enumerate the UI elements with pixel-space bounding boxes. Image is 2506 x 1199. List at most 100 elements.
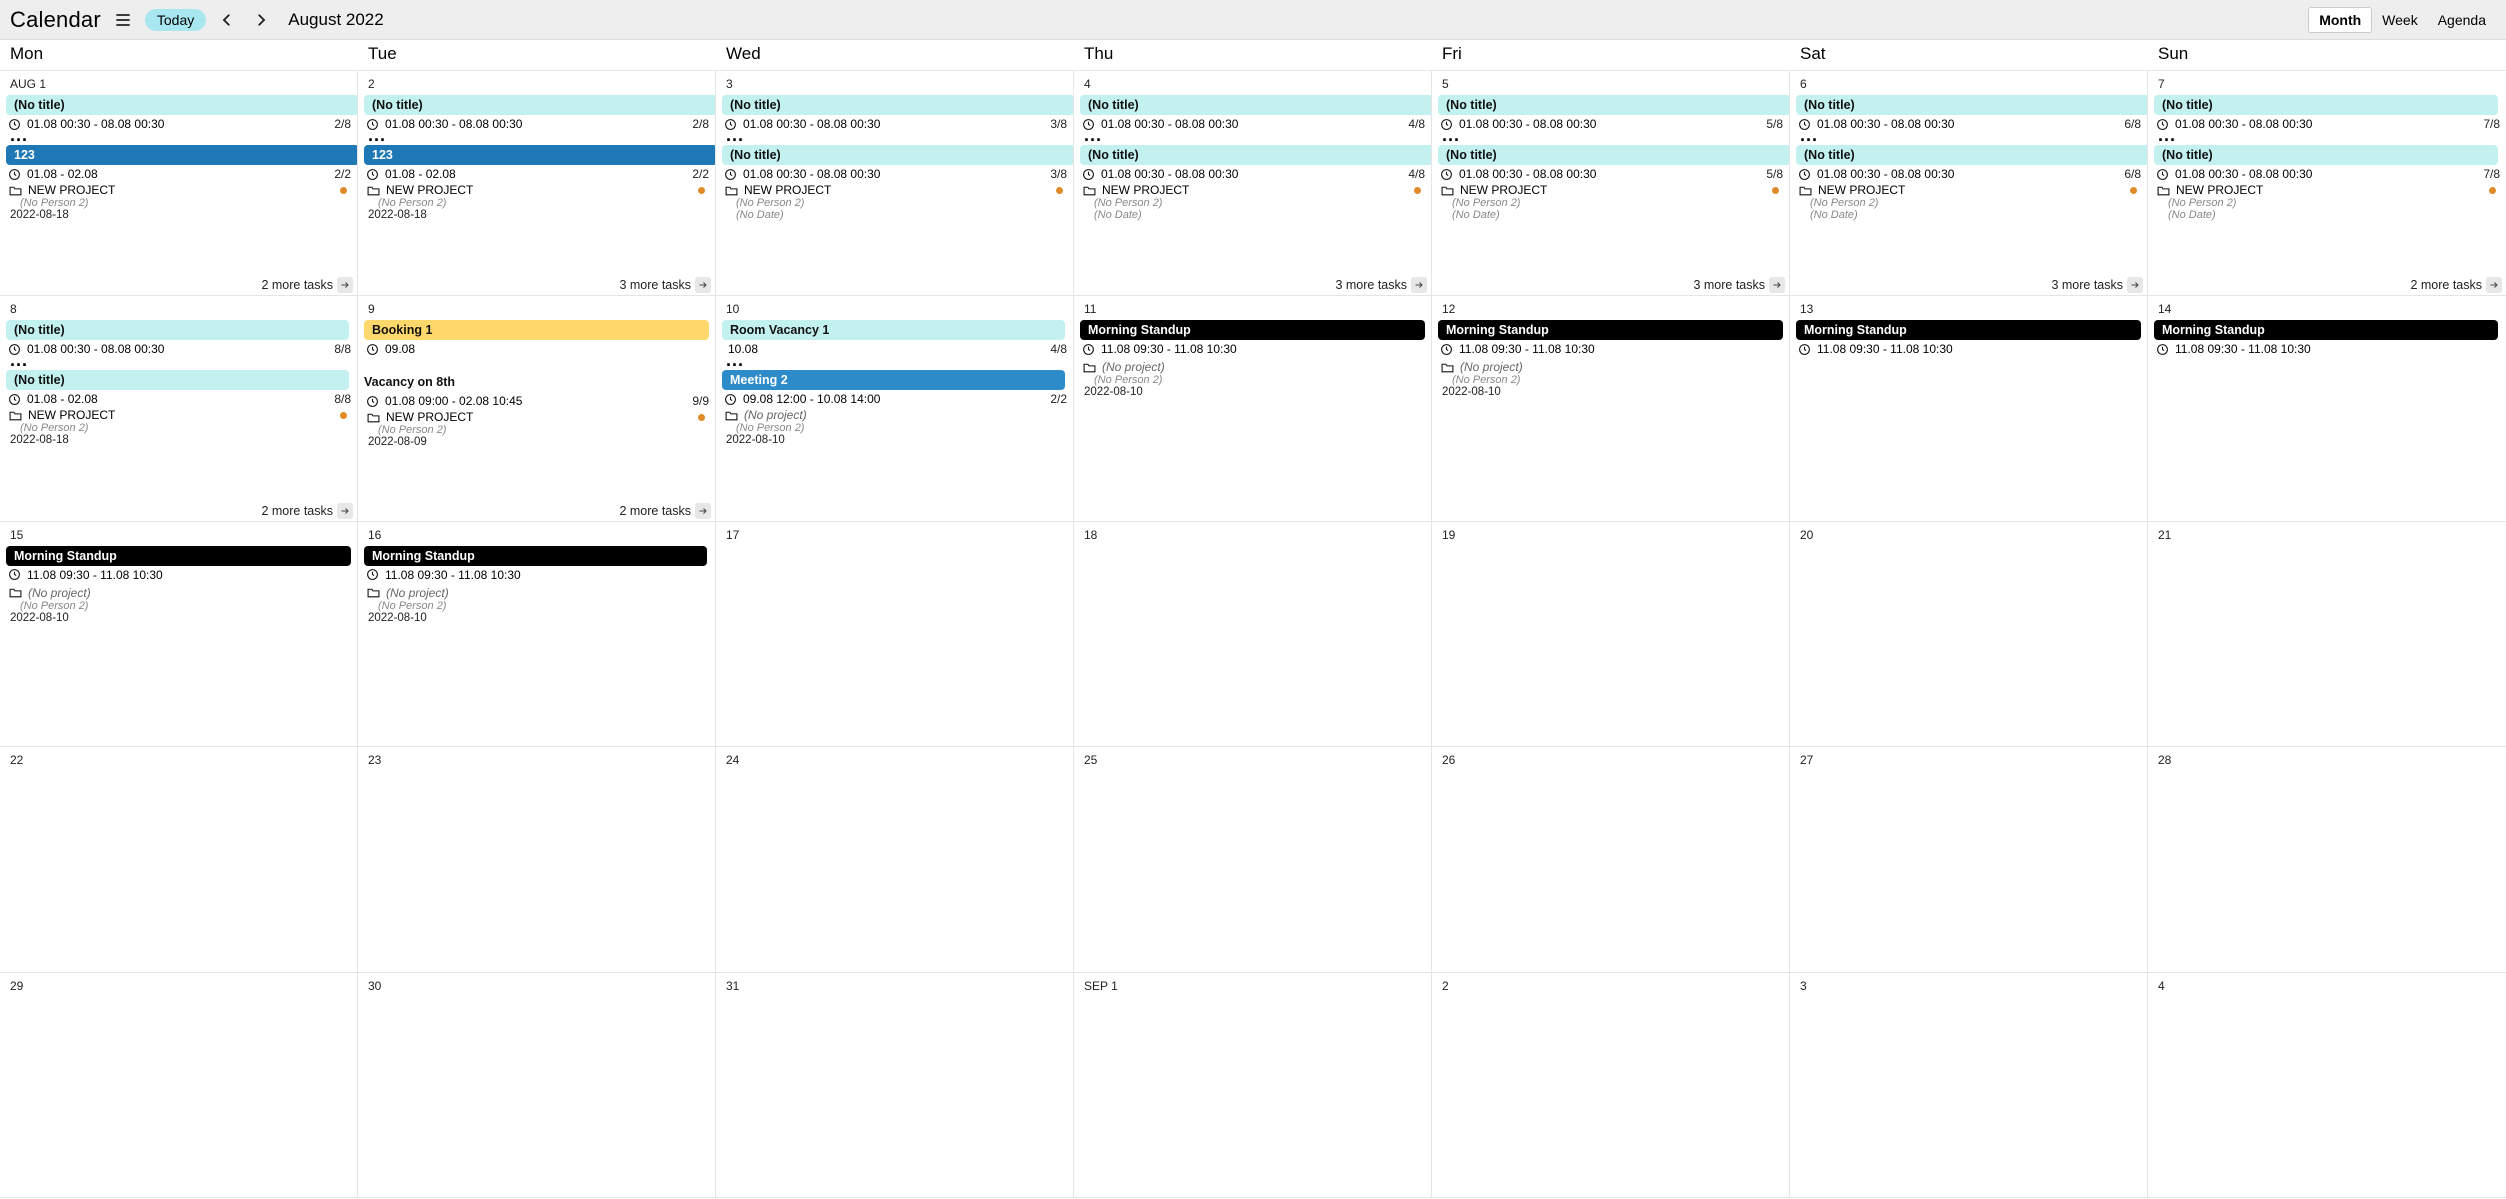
event-standup[interactable]: Morning Standup <box>2154 320 2498 340</box>
event-standup[interactable]: Morning Standup <box>1438 320 1783 340</box>
day-cell[interactable]: 24 <box>716 747 1074 972</box>
day-cell[interactable]: 22 <box>0 747 358 972</box>
event-no-title[interactable]: (No title) <box>1438 145 1790 165</box>
date-label: 18 <box>1080 526 1427 544</box>
date-label: SEP 1 <box>1080 977 1427 995</box>
day-cell[interactable]: 4 (No title) 01.08 00:30 - 08.08 00:30 4… <box>1074 71 1432 296</box>
ellipsis-icon[interactable]: ... <box>1796 131 2143 143</box>
more-tasks-button[interactable]: 2 more tasks <box>2410 277 2502 293</box>
day-cell[interactable]: 11 Morning Standup 11.08 09:30 - 11.08 1… <box>1074 296 1432 521</box>
view-month[interactable]: Month <box>2308 7 2372 33</box>
event-123[interactable]: 123 <box>364 145 716 165</box>
day-cell[interactable]: 12 Morning Standup 11.08 09:30 - 11.08 1… <box>1432 296 1790 521</box>
folder-icon <box>725 185 738 196</box>
arrow-right-icon <box>1413 279 1425 291</box>
weekday-thu: Thu <box>1074 40 1432 70</box>
day-cell[interactable]: SEP 1 <box>1074 973 1432 1198</box>
more-tasks-button[interactable]: 3 more tasks <box>619 277 711 293</box>
day-cell[interactable]: 26 <box>1432 747 1790 972</box>
count: 2/8 <box>334 117 351 131</box>
day-cell[interactable]: 16 Morning Standup 11.08 09:30 - 11.08 1… <box>358 522 716 747</box>
count: 9/9 <box>692 394 709 408</box>
day-cell[interactable]: 25 <box>1074 747 1432 972</box>
day-cell[interactable]: 17 <box>716 522 1074 747</box>
day-cell[interactable]: 28 <box>2148 747 2506 972</box>
event-no-title[interactable]: (No title) <box>1080 145 1432 165</box>
ellipsis-icon[interactable]: ... <box>6 131 353 143</box>
no-date: (No Date) <box>1796 209 2143 221</box>
day-cell[interactable]: 6 (No title) 01.08 00:30 - 08.08 00:30 6… <box>1790 71 2148 296</box>
day-cell[interactable]: 3 <box>1790 973 2148 1198</box>
ellipsis-icon[interactable]: ... <box>2154 131 2502 143</box>
day-cell[interactable]: 21 <box>2148 522 2506 747</box>
day-cell[interactable]: 19 <box>1432 522 1790 747</box>
day-cell[interactable]: 27 <box>1790 747 2148 972</box>
event-time: 01.08 09:00 - 02.08 10:45 <box>385 394 522 408</box>
day-cell[interactable]: 9 Booking 1 09.08 Vacancy on 8th 01.08 0… <box>358 296 716 521</box>
event-meeting2[interactable]: Meeting 2 <box>722 370 1065 390</box>
date-label: 29 <box>6 977 353 995</box>
view-agenda[interactable]: Agenda <box>2428 8 2496 32</box>
day-cell[interactable]: 2 <box>1432 973 1790 1198</box>
day-cell[interactable]: 15 Morning Standup 11.08 09:30 - 11.08 1… <box>0 522 358 747</box>
count: 4/8 <box>1408 167 1425 181</box>
view-week[interactable]: Week <box>2372 8 2428 32</box>
more-tasks-button[interactable]: 3 more tasks <box>2051 277 2143 293</box>
ellipsis-icon[interactable]: ... <box>364 131 711 143</box>
more-tasks-button[interactable]: 2 more tasks <box>261 277 353 293</box>
event-no-title[interactable]: (No title) <box>1796 95 2148 115</box>
day-cell[interactable]: 31 <box>716 973 1074 1198</box>
day-cell[interactable]: 2 (No title) 01.08 00:30 - 08.08 00:30 2… <box>358 71 716 296</box>
day-cell[interactable]: 3 (No title) 01.08 00:30 - 08.08 00:30 3… <box>716 71 1074 296</box>
event-no-title[interactable]: (No title) <box>1796 145 2148 165</box>
day-cell[interactable]: AUG 1 (No title) 01.08 00:30 - 08.08 00:… <box>0 71 358 296</box>
event-room-vacancy[interactable]: Room Vacancy 1 <box>722 320 1065 340</box>
menu-button[interactable] <box>109 6 137 34</box>
day-cell[interactable]: 13 Morning Standup 11.08 09:30 - 11.08 1… <box>1790 296 2148 521</box>
day-cell[interactable]: 14 Morning Standup 11.08 09:30 - 11.08 1… <box>2148 296 2506 521</box>
event-standup[interactable]: Morning Standup <box>1796 320 2141 340</box>
more-tasks-button[interactable]: 2 more tasks <box>261 503 353 519</box>
event-no-title[interactable]: (No title) <box>2154 145 2498 165</box>
more-tasks-button[interactable]: 3 more tasks <box>1693 277 1785 293</box>
event-no-title[interactable]: (No title) <box>722 95 1074 115</box>
count: 7/8 <box>2483 167 2500 181</box>
day-cell[interactable]: 10 Room Vacancy 1 10.08 4/8 ... Meeting … <box>716 296 1074 521</box>
ellipsis-icon[interactable]: ... <box>1080 131 1427 143</box>
ellipsis-icon[interactable]: ... <box>6 356 353 368</box>
arrow-right-icon <box>339 505 351 517</box>
event-standup[interactable]: Morning Standup <box>1080 320 1425 340</box>
today-button[interactable]: Today <box>145 9 206 31</box>
day-cell[interactable]: 4 <box>2148 973 2506 1198</box>
next-month-button[interactable] <box>248 7 274 33</box>
day-cell[interactable]: 18 <box>1074 522 1432 747</box>
event-no-title[interactable]: (No title) <box>722 145 1074 165</box>
more-tasks-button[interactable]: 2 more tasks <box>619 503 711 519</box>
prev-month-button[interactable] <box>214 7 240 33</box>
event-no-title[interactable]: (No title) <box>1438 95 1790 115</box>
weekday-mon: Mon <box>0 40 358 70</box>
event-no-title[interactable]: (No title) <box>6 95 358 115</box>
ellipsis-icon[interactable]: ... <box>1438 131 1785 143</box>
event-no-title[interactable]: (No title) <box>6 370 349 390</box>
count: 5/8 <box>1766 167 1783 181</box>
event-no-title[interactable]: (No title) <box>6 320 349 340</box>
ellipsis-icon[interactable]: ... <box>722 356 1069 368</box>
more-tasks-button[interactable]: 3 more tasks <box>1335 277 1427 293</box>
day-cell[interactable]: 29 <box>0 973 358 1198</box>
event-standup[interactable]: Morning Standup <box>6 546 351 566</box>
day-cell[interactable]: 30 <box>358 973 716 1198</box>
event-vacancy8[interactable]: Vacancy on 8th <box>364 372 709 392</box>
event-no-title[interactable]: (No title) <box>364 95 716 115</box>
day-cell[interactable]: 20 <box>1790 522 2148 747</box>
event-standup[interactable]: Morning Standup <box>364 546 707 566</box>
event-booking1[interactable]: Booking 1 <box>364 320 709 340</box>
event-123[interactable]: 123 <box>6 145 358 165</box>
day-cell[interactable]: 8 (No title) 01.08 00:30 - 08.08 00:30 8… <box>0 296 358 521</box>
day-cell[interactable]: 5 (No title) 01.08 00:30 - 08.08 00:30 5… <box>1432 71 1790 296</box>
ellipsis-icon[interactable]: ... <box>722 131 1069 143</box>
day-cell[interactable]: 23 <box>358 747 716 972</box>
event-no-title[interactable]: (No title) <box>1080 95 1432 115</box>
day-cell[interactable]: 7 (No title) 01.08 00:30 - 08.08 00:30 7… <box>2148 71 2506 296</box>
event-no-title[interactable]: (No title) <box>2154 95 2498 115</box>
